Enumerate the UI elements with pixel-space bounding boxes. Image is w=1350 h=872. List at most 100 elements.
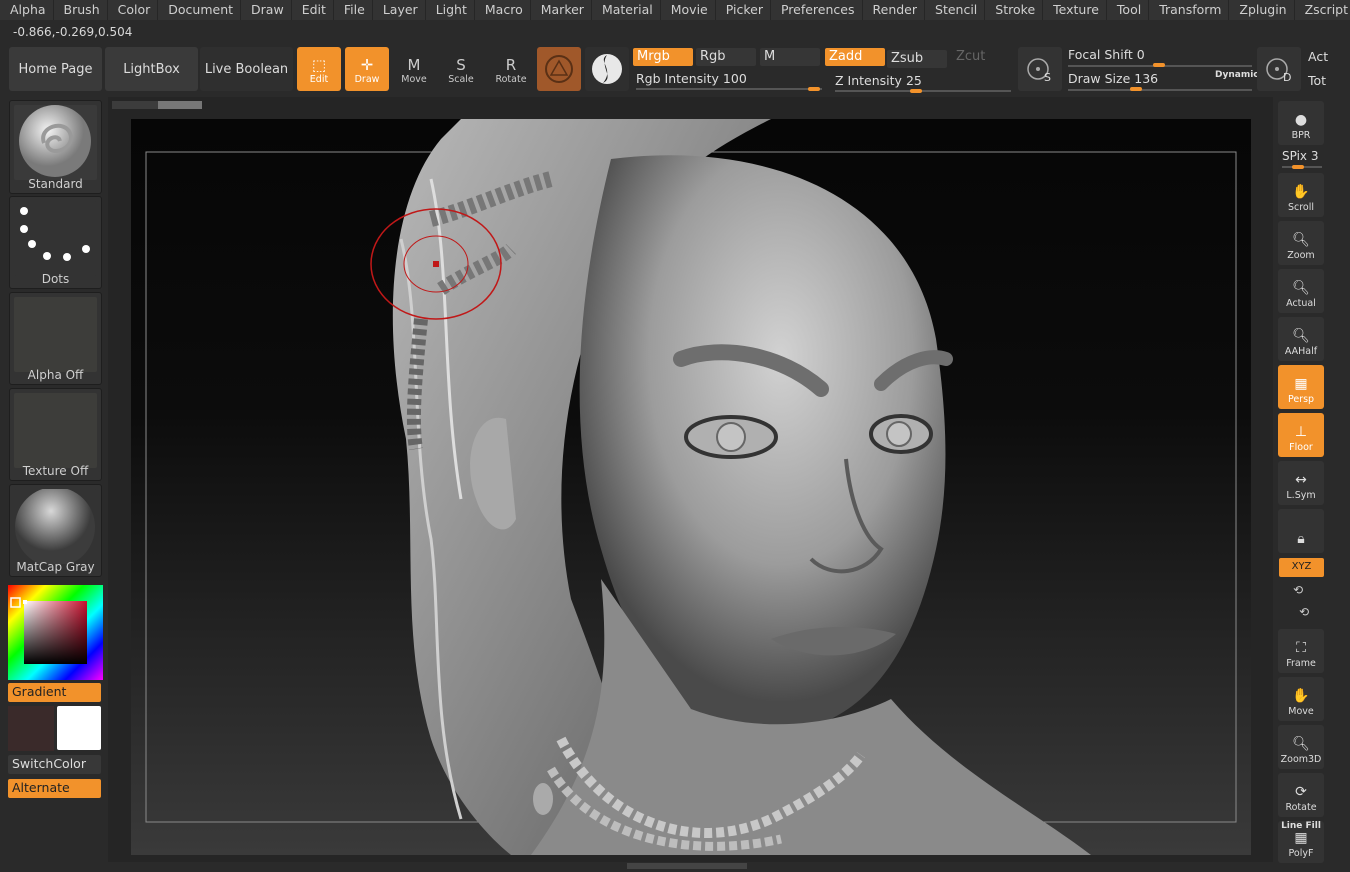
lightbox-button[interactable]: LightBox bbox=[105, 47, 198, 91]
frame-button[interactable]: ⛶ Frame bbox=[1278, 629, 1324, 673]
material-sphere-button[interactable] bbox=[537, 47, 581, 91]
move-button[interactable]: M Move bbox=[392, 47, 436, 91]
material-label: MatCap Gray bbox=[16, 560, 95, 574]
canvas-scrollbar[interactable] bbox=[112, 101, 202, 109]
alternate-toggle[interactable]: Alternate bbox=[8, 779, 101, 798]
menu-transform[interactable]: Transform bbox=[1149, 0, 1230, 20]
z-intensity-slider[interactable]: Z Intensity 25 bbox=[835, 73, 922, 88]
scale-icon: S bbox=[456, 56, 466, 74]
main-color-swatch[interactable] bbox=[57, 706, 101, 750]
spix-knob[interactable] bbox=[1292, 165, 1304, 169]
menu-tool[interactable]: Tool bbox=[1107, 0, 1150, 20]
menu-zscript[interactable]: Zscript bbox=[1295, 0, 1350, 20]
m-toggle[interactable]: M bbox=[760, 48, 820, 66]
menu-document[interactable]: Document bbox=[158, 0, 242, 20]
menu-texture[interactable]: Texture bbox=[1043, 0, 1107, 20]
switchcolor-button[interactable]: SwitchColor bbox=[8, 755, 101, 774]
zoom-button[interactable]: 🔍︎ Zoom bbox=[1278, 221, 1324, 265]
menu-color[interactable]: Color bbox=[108, 0, 159, 20]
material-picker[interactable]: MatCap Gray bbox=[9, 484, 102, 577]
menu-zplugin[interactable]: Zplugin bbox=[1229, 0, 1295, 20]
menu-preferences[interactable]: Preferences bbox=[771, 0, 863, 20]
gradient-toggle[interactable]: Gradient bbox=[8, 683, 101, 702]
menu-stencil[interactable]: Stencil bbox=[925, 0, 986, 20]
lsym-button[interactable]: ↔ L.Sym bbox=[1278, 461, 1324, 505]
zsub-toggle[interactable]: Zsub bbox=[887, 50, 947, 68]
menu-file[interactable]: File bbox=[334, 0, 373, 20]
hand-scroll-icon: ✋ bbox=[1292, 184, 1310, 200]
color-picker[interactable] bbox=[8, 585, 103, 680]
material-sphere-icon bbox=[545, 55, 573, 83]
draw-button[interactable]: ✛ Draw bbox=[345, 47, 389, 91]
z-intensity-track[interactable] bbox=[835, 90, 1011, 92]
brush-label: Standard bbox=[28, 177, 83, 191]
y-rotate-icon[interactable]: ⟲ bbox=[1293, 583, 1303, 597]
menu-alpha[interactable]: Alpha bbox=[0, 0, 54, 20]
edit-button[interactable]: ⬚ Edit bbox=[297, 47, 341, 91]
svg-text:D: D bbox=[1283, 71, 1291, 84]
zoom3d-button[interactable]: 🔍︎ Zoom3D bbox=[1278, 725, 1324, 769]
z-intensity-knob[interactable] bbox=[910, 89, 922, 93]
floor-icon: ⊥ bbox=[1294, 424, 1308, 440]
menu-macro[interactable]: Macro bbox=[475, 0, 531, 20]
scroll-button[interactable]: ✋ Scroll bbox=[1278, 173, 1324, 217]
bpr-button[interactable]: ● BPR bbox=[1278, 101, 1324, 145]
rotate-button[interactable]: R Rotate bbox=[489, 47, 533, 91]
live-boolean-button[interactable]: Live Boolean bbox=[200, 47, 293, 91]
rotate-view-button[interactable]: ⟳ Rotate bbox=[1278, 773, 1324, 817]
lock-icon: 🔒︎ bbox=[1297, 531, 1305, 547]
actual-size-icon: 🔍︎ bbox=[1292, 280, 1310, 296]
texture-picker[interactable]: Texture Off bbox=[9, 388, 102, 481]
menu-movie[interactable]: Movie bbox=[661, 0, 716, 20]
menu-draw[interactable]: Draw bbox=[241, 0, 292, 20]
document-canvas[interactable] bbox=[131, 119, 1251, 855]
menu-picker[interactable]: Picker bbox=[716, 0, 771, 20]
menu-render[interactable]: Render bbox=[863, 0, 926, 20]
secondary-color-swatch[interactable] bbox=[8, 706, 54, 751]
z-rotate-icon[interactable]: ⟲ bbox=[1299, 605, 1309, 619]
stroke-label: Dots bbox=[41, 272, 70, 286]
zadd-toggle[interactable]: Zadd bbox=[825, 48, 885, 66]
persp-toggle[interactable]: ▦ Persp bbox=[1278, 365, 1324, 409]
rgb-intensity-knob[interactable] bbox=[808, 87, 820, 91]
rgb-intensity-track[interactable] bbox=[636, 88, 822, 90]
xyz-toggle[interactable]: XYZ bbox=[1279, 558, 1324, 577]
menu-brush[interactable]: Brush bbox=[54, 0, 108, 20]
lock-camera-button[interactable]: 🔒︎ bbox=[1278, 509, 1324, 553]
scale-button[interactable]: S Scale bbox=[439, 47, 483, 91]
move-view-button[interactable]: ✋ Move bbox=[1278, 677, 1324, 721]
menu-light[interactable]: Light bbox=[426, 0, 475, 20]
alpha-picker[interactable]: Alpha Off bbox=[9, 292, 102, 385]
lazy-mouse-button[interactable]: S bbox=[1018, 47, 1062, 91]
rgb-toggle[interactable]: Rgb bbox=[696, 48, 756, 66]
edit-icon: ⬚ bbox=[311, 56, 327, 74]
draw-size-slider[interactable]: Draw Size 136 bbox=[1068, 71, 1158, 86]
matcap-gray-icon bbox=[15, 487, 95, 567]
dynamic-mode-button[interactable]: D bbox=[1257, 47, 1301, 91]
menu-stroke[interactable]: Stroke bbox=[985, 0, 1044, 20]
draw-size-knob[interactable] bbox=[1130, 87, 1142, 91]
menu-layer[interactable]: Layer bbox=[373, 0, 426, 20]
rgb-intensity-slider[interactable]: Rgb Intensity 100 bbox=[636, 71, 747, 86]
focal-shift-knob[interactable] bbox=[1153, 63, 1165, 67]
menu-material[interactable]: Material bbox=[592, 0, 661, 20]
magnifier-icon: 🔍︎ bbox=[1292, 232, 1310, 248]
actual-button[interactable]: 🔍︎ Actual bbox=[1278, 269, 1324, 313]
dynamic-toggle[interactable]: Dynamic bbox=[1215, 70, 1259, 80]
floor-toggle[interactable]: ⊥ Floor bbox=[1278, 413, 1324, 457]
aahalf-button[interactable]: 🔍︎ AAHalf bbox=[1278, 317, 1324, 361]
texture-label: Texture Off bbox=[22, 464, 89, 478]
menu-marker[interactable]: Marker bbox=[531, 0, 592, 20]
canvas-scrollbar-thumb[interactable] bbox=[158, 101, 202, 109]
polyf-button[interactable]: Line Fill ▦ PolyF bbox=[1278, 821, 1324, 863]
mrgb-toggle[interactable]: Mrgb bbox=[633, 48, 693, 66]
canvas-bottom-handle[interactable] bbox=[627, 863, 747, 869]
spix-slider[interactable]: SPix 3 bbox=[1282, 149, 1319, 163]
menu-edit[interactable]: Edit bbox=[292, 0, 334, 20]
stroke-picker[interactable]: Dots bbox=[9, 196, 102, 289]
brush-sphere-button[interactable] bbox=[585, 47, 629, 91]
draw-size-track[interactable] bbox=[1068, 89, 1252, 91]
brush-picker[interactable]: Standard bbox=[9, 100, 102, 194]
focal-shift-slider[interactable]: Focal Shift 0 bbox=[1068, 47, 1145, 62]
home-page-button[interactable]: Home Page bbox=[9, 47, 102, 91]
